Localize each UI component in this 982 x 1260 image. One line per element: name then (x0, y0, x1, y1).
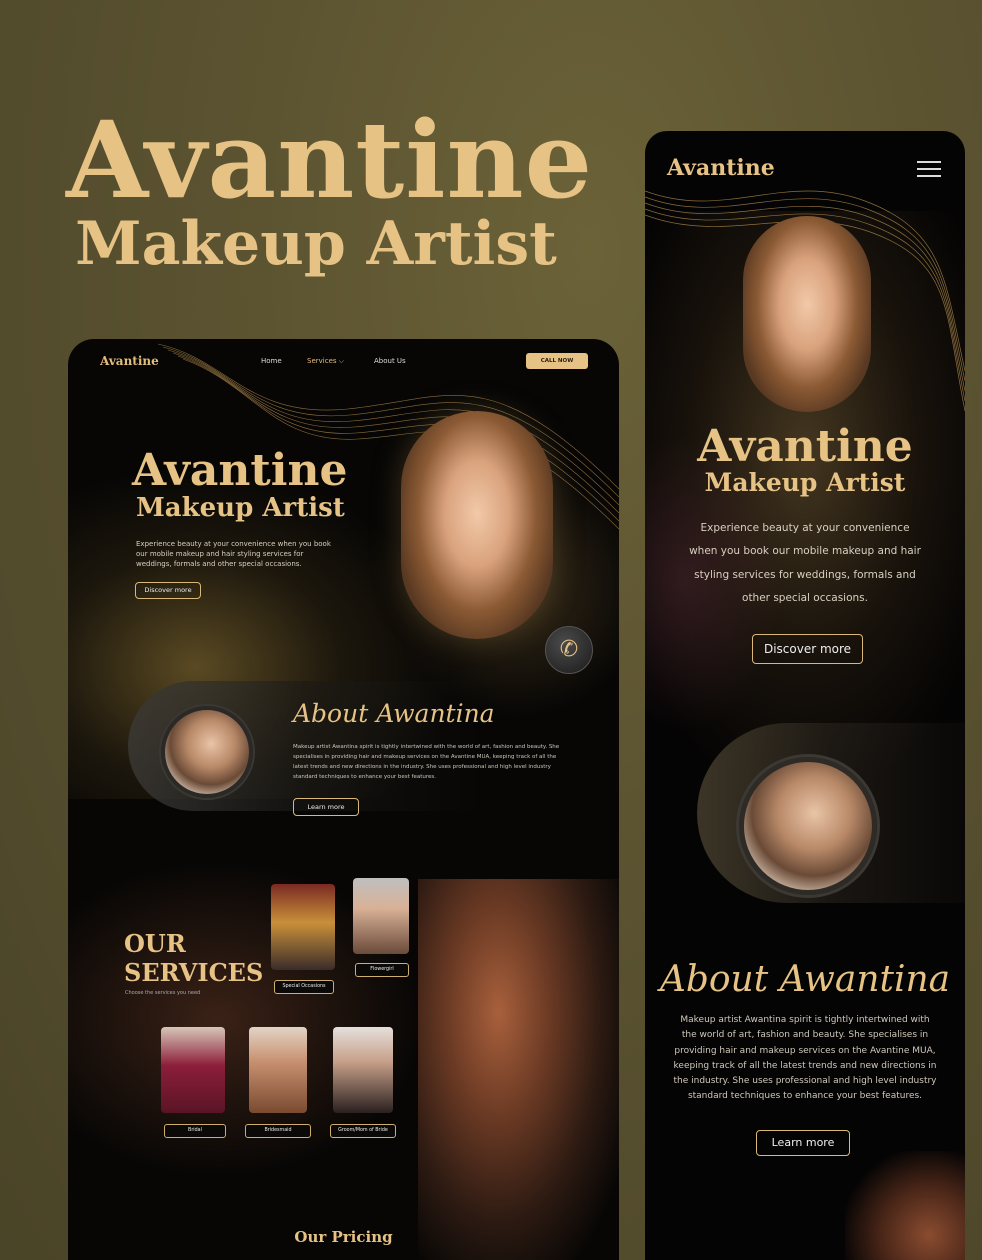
phone-icon[interactable]: ✆ (545, 626, 593, 674)
call-now-button[interactable]: CALL NOW (526, 353, 588, 369)
services-title: OUR SERVICES (124, 929, 263, 987)
hero-title: Avantine (132, 445, 348, 496)
discover-more-button[interactable]: Discover more (135, 582, 201, 599)
service-label-groom-mom-of-bride[interactable]: Groom/Mom of Bride (330, 1124, 396, 1138)
service-label-bridesmaid[interactable]: Bridesmaid (245, 1124, 311, 1138)
nav-home-link[interactable]: Home (261, 357, 282, 365)
services-subtitle: Choose the services you need (125, 990, 201, 996)
service-image-flowergirl[interactable] (353, 878, 409, 954)
hero-description: Experience beauty at your convenience wh… (136, 540, 331, 568)
nav-services-link[interactable]: Services ⌵ (307, 357, 344, 366)
learn-more-button[interactable]: Learn more (293, 798, 359, 816)
service-image-bridesmaid[interactable] (249, 1027, 307, 1113)
mobile-about-portrait-image (739, 757, 877, 895)
showcase-title-line1: Avantine (66, 97, 594, 222)
hero-portrait-image (401, 411, 553, 639)
services-title-line1: OUR (124, 929, 186, 958)
about-text: Makeup artist Awantina spirit is tightly… (293, 744, 560, 780)
mobile-bottom-image (845, 1151, 965, 1260)
about-portrait-image (161, 706, 253, 798)
services-title-line2: SERVICES (124, 958, 264, 987)
service-image-bridal[interactable] (161, 1027, 225, 1113)
showcase-title-line2: Makeup Artist (75, 209, 557, 279)
mobile-learn-more-button[interactable]: Learn more (756, 1130, 850, 1156)
mobile-about-title: About Awantina (659, 959, 951, 1000)
hamburger-menu-icon[interactable] (917, 161, 941, 179)
mobile-hero-portrait-image (743, 216, 871, 412)
service-label-bridal[interactable]: Bridal (164, 1124, 226, 1138)
service-image-special-occasions[interactable] (271, 884, 335, 970)
service-image-groom-mom-of-bride[interactable] (333, 1027, 393, 1113)
mobile-hero-title: Avantine (697, 421, 913, 472)
mobile-hero-subtitle: Makeup Artist (704, 468, 906, 497)
mobile-about-text: Makeup artist Awantina spirit is tightly… (673, 1015, 937, 1102)
desktop-mockup: Avantine Home Services ⌵ About Us CALL N… (68, 339, 619, 1260)
hero-subtitle: Makeup Artist (136, 493, 345, 523)
service-label-flowergirl[interactable]: Flowergirl (355, 963, 409, 977)
mobile-logo[interactable]: Avantine (667, 155, 775, 181)
about-title: About Awantina (293, 699, 495, 728)
mobile-discover-more-button[interactable]: Discover more (752, 634, 863, 664)
mobile-hero-description: Experience beauty at your convenience wh… (689, 522, 921, 604)
showcase-title: Avantine Makeup Artist (66, 97, 594, 279)
service-label-special-occasions[interactable]: Special Occasions (274, 980, 334, 994)
profile-side-image (418, 879, 619, 1260)
mobile-mockup: Avantine Avantine Makeup Artist Experien… (645, 131, 965, 1260)
pricing-title: Our Pricing (294, 1228, 393, 1246)
nav-logo[interactable]: Avantine (100, 354, 159, 368)
nav-about-link[interactable]: About Us (374, 357, 406, 365)
